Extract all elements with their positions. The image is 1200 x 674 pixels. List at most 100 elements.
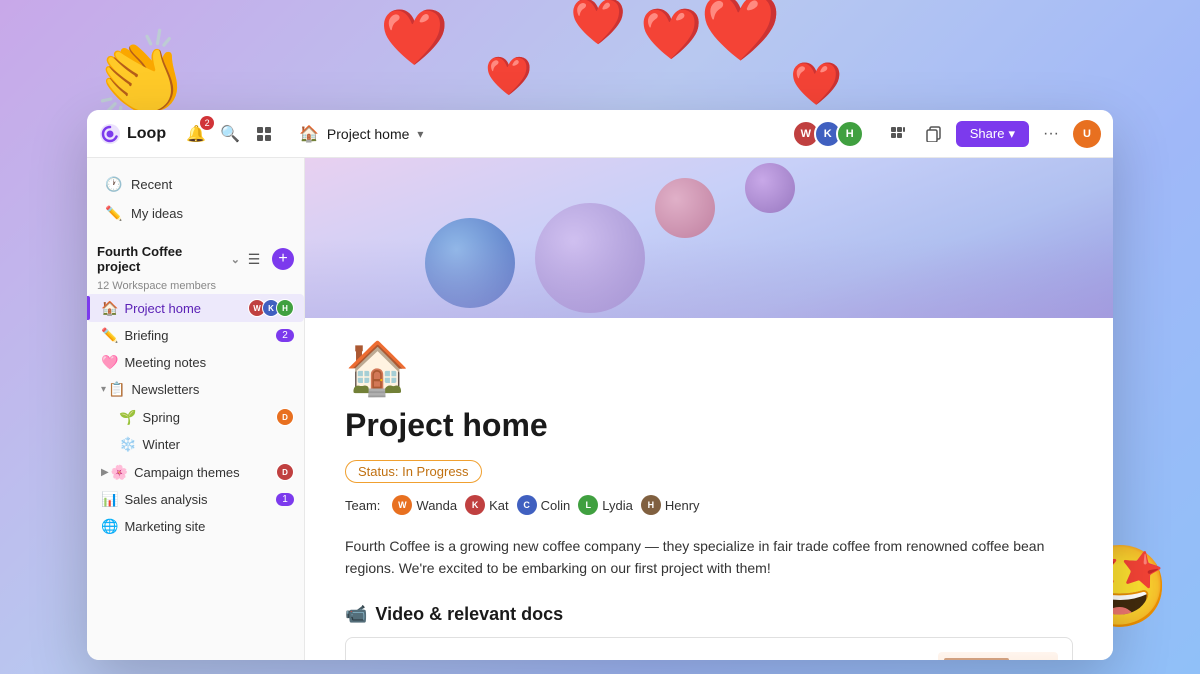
recent-label: Recent [131, 177, 172, 192]
project-name-label: Fourth Coffee project [97, 244, 227, 274]
search-button[interactable]: 🔍 [216, 120, 244, 148]
team-member-lydia[interactable]: L Lydia [578, 495, 633, 515]
sales-icon: 📊 [101, 491, 118, 508]
content-body: 🏠 Project home Status: In Progress Team:… [305, 318, 1113, 660]
loop-logo[interactable]: Loop [99, 123, 166, 145]
thumbnail-preview [938, 652, 1058, 660]
topbar-actions: Share ▾ ··· U [884, 120, 1101, 148]
henry-name: Henry [665, 498, 700, 513]
breadcrumb-home-icon: 🏠 [299, 124, 319, 144]
project-home-icon: 🏠 [101, 300, 118, 317]
sidebar-item-my-ideas[interactable]: ✏️ My ideas [95, 199, 296, 228]
page-title: Project home [345, 407, 1073, 444]
ball-small-purple [745, 163, 795, 213]
project-name-chevron-icon: ⌄ [231, 253, 240, 266]
app-body: 🕐 Recent ✏️ My ideas Fourth Coffee proje… [87, 158, 1113, 660]
ideas-icon: ✏️ [105, 205, 123, 222]
share-button[interactable]: Share ▾ [956, 121, 1029, 147]
newsletters-label: Newsletters [131, 382, 294, 397]
status-badge: Status: In Progress [345, 460, 482, 483]
wanda-avatar: W [392, 495, 412, 515]
heart-emoji-5: ❤️ [485, 55, 532, 99]
app-window: Loop 🔔 2 🔍 🏠 Project home ▾ [87, 110, 1113, 660]
sales-label: Sales analysis [124, 492, 276, 507]
recent-icon: 🕐 [105, 176, 123, 193]
briefing-label: Briefing [124, 328, 276, 343]
marketing-site-icon: 🌐 [101, 518, 118, 535]
breadcrumb-chevron-icon: ▾ [417, 127, 423, 141]
team-row: Team: W Wanda K Kat C Colin L [345, 495, 1073, 515]
grid-icon [256, 126, 272, 142]
sidebar-menu-button[interactable]: ☰ [240, 245, 268, 273]
topbar-left: Loop 🔔 2 🔍 [99, 120, 279, 148]
team-member-wanda[interactable]: W Wanda [392, 495, 457, 515]
sidebar-item-newsletters[interactable]: ▾ 📋 Newsletters [87, 376, 304, 403]
sidebar-item-marketing-site[interactable]: 🌐 Marketing site [87, 513, 304, 540]
kat-name: Kat [489, 498, 509, 513]
sidebar-item-briefing[interactable]: ✏️ Briefing 2 [87, 322, 304, 349]
sidebar: 🕐 Recent ✏️ My ideas Fourth Coffee proje… [87, 158, 305, 660]
more-options-button[interactable]: ··· [1037, 120, 1065, 148]
hero-balls [305, 158, 1113, 318]
spring-avatar: D [276, 408, 294, 426]
loop-logo-icon [99, 123, 121, 145]
team-label: Team: [345, 498, 380, 513]
section-title-label: Video & relevant docs [375, 604, 563, 625]
spring-avatars: D [276, 408, 294, 426]
marketing-site-label: Marketing site [124, 519, 294, 534]
lydia-avatar: L [578, 495, 598, 515]
topbar-center: 🏠 Project home ▾ [279, 124, 792, 144]
my-ideas-label: My ideas [131, 206, 183, 221]
sidebar-item-sales-analysis[interactable]: 📊 Sales analysis 1 [87, 486, 304, 513]
sidebar-item-spring[interactable]: 🌱 Spring D [87, 403, 304, 431]
wavy-fabric [305, 238, 1113, 318]
topbar: Loop 🔔 2 🔍 🏠 Project home ▾ [87, 110, 1113, 158]
breadcrumb-label[interactable]: Project home [327, 126, 409, 142]
sidebar-item-winter[interactable]: ❄️ Winter [87, 431, 304, 458]
sidebar-item-project-home[interactable]: 🏠 Project home W K H [87, 294, 304, 322]
campaign-expand-icon: ▶ [101, 467, 109, 478]
grid-button[interactable] [250, 120, 278, 148]
briefing-icon: ✏️ [101, 327, 118, 344]
ellipsis-icon: ··· [1043, 125, 1059, 143]
heart-emoji-4: ❤️ [700, 0, 781, 66]
doc-card[interactable]: W Sales & marketing strategy Edited 12 d… [345, 637, 1073, 660]
sidebar-project-header: Fourth Coffee project ⌄ ☰ + [87, 236, 304, 278]
newsletters-collapse-icon: ▾ [101, 384, 106, 395]
team-member-henry[interactable]: H Henry [641, 495, 700, 515]
page-house-emoji: 🏠 [345, 338, 1073, 399]
sales-badge: 1 [276, 493, 294, 506]
sidebar-item-meeting-notes[interactable]: 🩷 Meeting notes [87, 349, 304, 376]
sidebar-add-button[interactable]: + [272, 248, 294, 270]
user-avatar[interactable]: U [1073, 120, 1101, 148]
share-label: Share [970, 126, 1005, 141]
spring-icon: 🌱 [119, 409, 136, 426]
heart-emoji-6: ❤️ [790, 60, 842, 109]
copy-button[interactable] [920, 120, 948, 148]
spring-label: Spring [142, 410, 276, 425]
hero-image [305, 158, 1113, 318]
winter-icon: ❄️ [119, 436, 136, 453]
briefing-badge: 2 [276, 329, 294, 342]
lydia-name: Lydia [602, 498, 633, 513]
colin-name: Colin [541, 498, 571, 513]
apps-icon [890, 126, 906, 142]
project-home-avatars: W K H [248, 299, 294, 317]
description-text: Fourth Coffee is a growing new coffee co… [345, 535, 1073, 580]
workspace-members-count: 12 Workspace members [87, 278, 304, 294]
section-title: 📹 Video & relevant docs [345, 604, 1073, 625]
sidebar-item-recent[interactable]: 🕐 Recent [95, 170, 296, 199]
team-member-colin[interactable]: C Colin [517, 495, 571, 515]
sidebar-item-campaign-themes[interactable]: ▶ 🌸 Campaign themes D [87, 458, 304, 486]
newsletters-icon: 📋 [108, 381, 125, 398]
sidebar-top-items: 🕐 Recent ✏️ My ideas [87, 166, 304, 232]
team-member-kat[interactable]: K Kat [465, 495, 509, 515]
campaign-avatar: D [276, 463, 294, 481]
doc-thumbnail [938, 652, 1058, 660]
main-content: 🏠 Project home Status: In Progress Team:… [305, 158, 1113, 660]
avatar-3: H [836, 120, 864, 148]
notification-badge: 2 [200, 116, 214, 130]
notification-button[interactable]: 🔔 2 [182, 120, 210, 148]
apps-button[interactable] [884, 120, 912, 148]
heart-emoji-2: ❤️ [570, 0, 626, 48]
